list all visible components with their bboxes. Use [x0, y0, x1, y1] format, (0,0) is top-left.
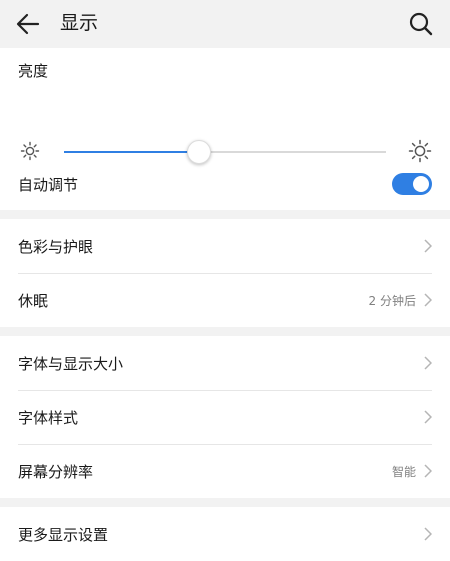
- list-item-sleep[interactable]: 休眠 2 分钟后: [0, 273, 450, 327]
- back-button[interactable]: [14, 11, 42, 37]
- display-group-3: 更多显示设置: [0, 507, 450, 561]
- search-icon: [409, 12, 433, 36]
- sleep-value: 2 分钟后: [368, 293, 416, 308]
- list-item-label: 字体与显示大小: [18, 354, 124, 373]
- list-item-label: 屏幕分辨率: [18, 462, 94, 481]
- search-button[interactable]: [408, 11, 434, 37]
- list-item-label: 休眠: [18, 291, 49, 310]
- back-arrow-icon: [16, 13, 40, 35]
- chevron-right-icon: [424, 293, 432, 307]
- auto-adjust-label: 自动调节: [18, 175, 79, 194]
- display-group-2: 字体与显示大小 字体样式 屏幕分辨率 智能: [0, 336, 450, 498]
- display-group-1: 色彩与护眼 休眠 2 分钟后: [0, 219, 450, 327]
- list-item-color-eye-comfort[interactable]: 色彩与护眼: [0, 219, 450, 273]
- top-bar: 显示: [0, 0, 450, 48]
- chevron-right-icon: [424, 356, 432, 370]
- list-item-font-style[interactable]: 字体样式: [0, 390, 450, 444]
- list-item-font-display-size[interactable]: 字体与显示大小: [0, 336, 450, 390]
- list-item-label: 更多显示设置: [18, 525, 109, 544]
- chevron-right-icon: [424, 527, 432, 541]
- auto-adjust-row: 自动调节: [0, 158, 450, 210]
- chevron-right-icon: [424, 464, 432, 478]
- chevron-right-icon: [424, 410, 432, 424]
- chevron-right-icon: [424, 239, 432, 253]
- list-item-label: 色彩与护眼: [18, 237, 94, 256]
- page-title: 显示: [60, 12, 99, 34]
- list-item-more-display-settings[interactable]: 更多显示设置: [0, 507, 450, 561]
- resolution-value: 智能: [391, 464, 416, 479]
- brightness-section: 亮度 自动调节: [0, 48, 450, 210]
- brightness-label: 亮度: [18, 62, 49, 80]
- auto-adjust-toggle[interactable]: [392, 173, 432, 195]
- list-item-screen-resolution[interactable]: 屏幕分辨率 智能: [0, 444, 450, 498]
- toggle-knob: [413, 176, 429, 192]
- slider-fill: [64, 151, 200, 153]
- list-item-label: 字体样式: [18, 408, 79, 427]
